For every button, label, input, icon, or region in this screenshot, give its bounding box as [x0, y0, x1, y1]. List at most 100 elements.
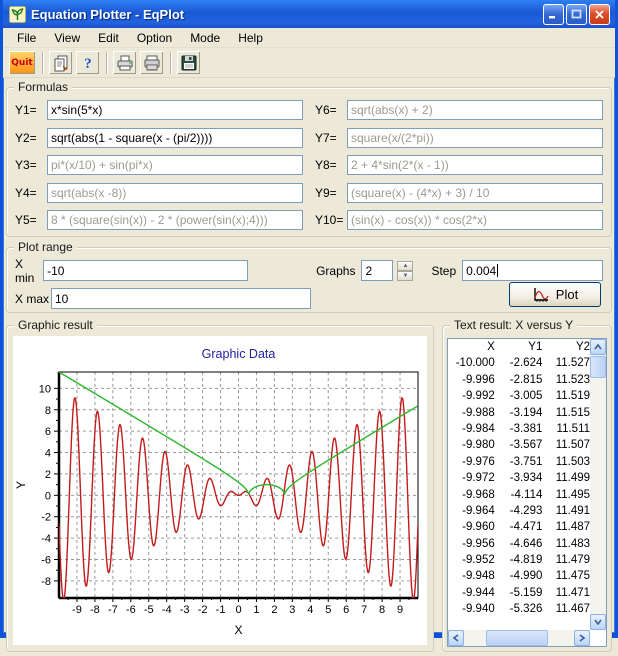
horizontal-scrollbar[interactable] — [448, 630, 590, 646]
vertical-scroll-thumb[interactable] — [590, 356, 606, 378]
table-row[interactable]: -10.000-2.62411.527 — [448, 355, 590, 371]
svg-text:-2: -2 — [198, 604, 208, 616]
save-icon — [180, 54, 198, 72]
formula-input-y1[interactable] — [47, 100, 303, 120]
formula-input-y2[interactable] — [47, 128, 303, 148]
text-result-group: Text result: X versus Y XY1Y2-10.000-2.6… — [442, 325, 612, 652]
table-row[interactable]: -9.972-3.93411.499 — [448, 470, 590, 486]
horizontal-scroll-thumb[interactable] — [486, 630, 548, 646]
x-max-label: X max — [15, 292, 51, 306]
menu-edit[interactable]: Edit — [89, 29, 128, 47]
formula-label: Y9= — [315, 186, 347, 200]
minimize-button[interactable] — [543, 4, 564, 25]
spin-up-button[interactable]: ▲ — [397, 261, 413, 271]
quit-button[interactable]: Quit — [8, 50, 36, 75]
table-row[interactable]: -9.956-4.64611.483 — [448, 536, 590, 552]
toolbar-separator — [42, 52, 44, 74]
table-row[interactable]: -9.976-3.75111.503 — [448, 454, 590, 470]
menu-file[interactable]: File — [8, 29, 45, 47]
menu-mode[interactable]: Mode — [181, 29, 229, 47]
scroll-down-button[interactable] — [590, 614, 606, 630]
formula-input-y10[interactable] — [347, 210, 603, 230]
table-row[interactable]: -9.984-3.38111.511 — [448, 421, 590, 437]
plot-button[interactable]: Plot — [509, 282, 601, 307]
table-row[interactable]: -9.944-5.15911.471 — [448, 585, 590, 601]
table-cell: -3.751 — [495, 454, 543, 470]
formula-input-y9[interactable] — [347, 183, 603, 203]
table-row[interactable]: -9.964-4.29311.491 — [448, 503, 590, 519]
scroll-up-button[interactable] — [590, 339, 606, 355]
table-row[interactable]: -9.980-3.56711.507 — [448, 437, 590, 453]
formula-row: Y2= — [15, 128, 303, 148]
step-input[interactable]: 0.004 — [462, 260, 603, 281]
graphs-spinner: ▲ ▼ — [397, 261, 413, 281]
maximize-button[interactable] — [566, 4, 587, 25]
table-row[interactable]: -9.960-4.47111.487 — [448, 519, 590, 535]
formula-input-y7[interactable] — [347, 128, 603, 148]
column-header: X — [448, 339, 495, 355]
scroll-right-button[interactable] — [574, 630, 590, 646]
table-cell: -5.159 — [495, 585, 543, 601]
x-min-input[interactable] — [43, 260, 248, 281]
table-row[interactable]: -9.952-4.81911.479 — [448, 552, 590, 568]
table-row[interactable]: -9.948-4.99011.475 — [448, 568, 590, 584]
close-button[interactable] — [589, 4, 610, 25]
table-cell: -4.471 — [495, 519, 543, 535]
print-button[interactable] — [139, 50, 164, 75]
table-row[interactable]: -9.988-3.19411.515 — [448, 405, 590, 421]
menu-view[interactable]: View — [45, 29, 89, 47]
graphs-input[interactable] — [361, 260, 393, 281]
formula-input-y4[interactable] — [47, 183, 303, 203]
spin-down-button[interactable]: ▼ — [397, 271, 413, 281]
table-cell: -9.976 — [448, 454, 495, 470]
formula-input-y8[interactable] — [347, 155, 603, 175]
formulas-title: Formulas — [14, 80, 72, 94]
formula-label: Y2= — [15, 131, 47, 145]
table-cell: -2.815 — [495, 372, 543, 388]
x-max-input[interactable] — [51, 288, 311, 309]
table-cell: -3.005 — [495, 388, 543, 404]
formula-input-y3[interactable] — [47, 155, 303, 175]
svg-text:-5: -5 — [144, 604, 154, 616]
copy-button[interactable] — [48, 50, 73, 75]
table-cell: -5.326 — [495, 601, 543, 617]
table-cell: -9.940 — [448, 601, 495, 617]
formula-input-y5[interactable] — [47, 210, 303, 230]
svg-text:?: ? — [84, 56, 92, 72]
formula-row: Y3= — [15, 155, 303, 175]
menu-option[interactable]: Option — [128, 29, 181, 47]
svg-text:2: 2 — [45, 469, 51, 481]
svg-text:6: 6 — [45, 426, 51, 438]
table-row[interactable]: -9.968-4.11411.495 — [448, 487, 590, 503]
svg-text:0: 0 — [235, 604, 241, 616]
print-preview-button[interactable] — [112, 50, 137, 75]
svg-text:8: 8 — [379, 604, 385, 616]
table-cell: -9.956 — [448, 536, 495, 552]
copy-icon — [52, 54, 70, 72]
scroll-left-button[interactable] — [448, 630, 464, 646]
graphic-result-title: Graphic result — [14, 318, 97, 332]
svg-text:4: 4 — [307, 604, 313, 616]
help-button[interactable]: ? — [75, 50, 100, 75]
vertical-scrollbar[interactable] — [590, 339, 606, 630]
formula-input-y6[interactable] — [347, 100, 603, 120]
formula-label: Y1= — [15, 103, 47, 117]
graphic-result-group: Graphic result -9-8-7-6-5-4-3-2-10123456… — [6, 325, 434, 652]
table-cell: -3.381 — [495, 421, 543, 437]
table-row[interactable]: -9.996-2.81511.523 — [448, 372, 590, 388]
table-cell: 11.471 — [542, 585, 590, 601]
formula-label: Y3= — [15, 158, 47, 172]
menu-help[interactable]: Help — [229, 29, 272, 47]
titlebar[interactable]: Equation Plotter - EqPlot — [3, 0, 615, 28]
save-button[interactable] — [176, 50, 201, 75]
formula-label: Y5= — [15, 213, 47, 227]
svg-text:-8: -8 — [90, 604, 100, 616]
app-icon — [9, 6, 26, 23]
table-cell: 11.515 — [542, 405, 590, 421]
table-row[interactable]: -9.940-5.32611.467 — [448, 601, 590, 617]
svg-text:8: 8 — [45, 405, 51, 417]
toolbar-separator — [106, 52, 108, 74]
result-listbox[interactable]: XY1Y2-10.000-2.62411.527-9.996-2.81511.5… — [447, 338, 607, 647]
print-icon — [143, 54, 161, 72]
table-row[interactable]: -9.992-3.00511.519 — [448, 388, 590, 404]
